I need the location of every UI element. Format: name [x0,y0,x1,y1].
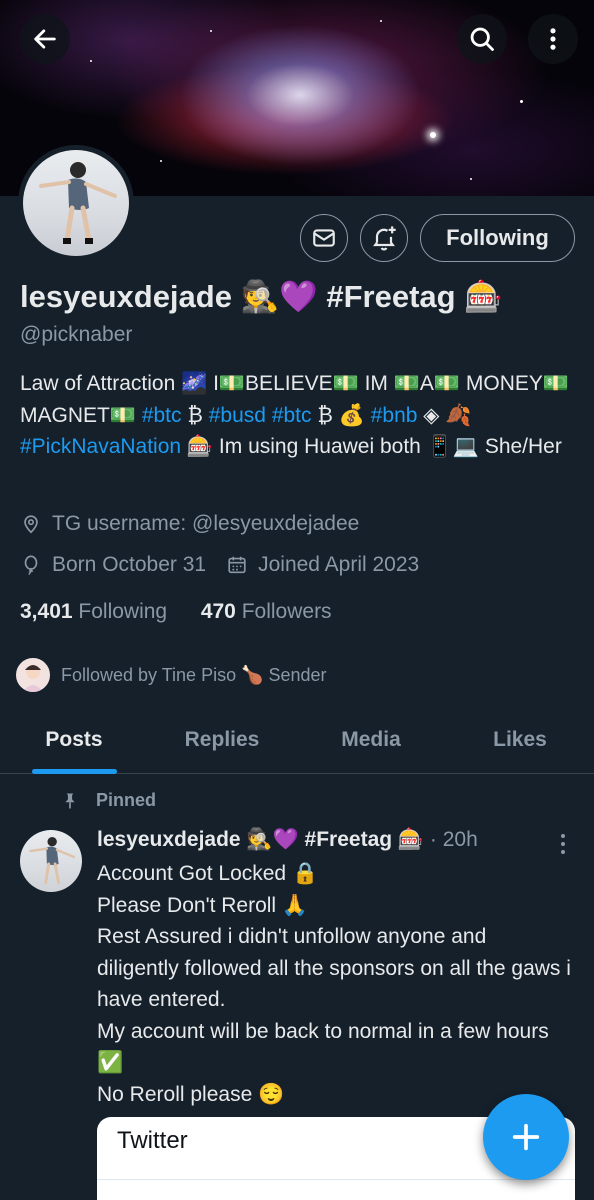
post-more-button[interactable] [555,832,571,861]
card-title: Twitter [117,1127,188,1154]
envelope-icon [313,229,335,247]
followers-count-link[interactable]: 470 Followers [201,600,332,623]
bio-text: ◈ 🍂 [417,403,472,427]
pin-icon [65,793,75,808]
followers-count: 470 [200,600,236,623]
bio-text: ₿ 💰 [311,403,371,427]
post-text[interactable]: Account Got Locked 🔒 Please Don't Reroll… [97,858,572,1110]
notifications-button[interactable] [360,214,408,262]
location-row: TG username: @lesyeuxdejadee [20,512,359,536]
bio-text: ₿ [181,403,209,427]
bell-plus-icon [373,226,396,251]
tab-posts[interactable]: Posts [0,706,148,774]
hashtag-link[interactable]: #PickNavaNation [20,435,181,458]
pinned-label-row: Pinned [60,790,156,811]
hashtag-link[interactable]: #btc [142,404,182,427]
banner-star [470,178,472,180]
followers-label: Followers [241,600,332,623]
calendar-icon [228,556,246,574]
pinned-label: Pinned [96,790,157,810]
post-author-avatar[interactable] [20,830,82,892]
hashtag-link[interactable]: #bnb [371,404,418,427]
banner-star [210,30,212,32]
person-silhouette-icon [39,162,117,244]
hashtag-link[interactable]: #busd [209,404,266,427]
joined-text: Joined April 2023 [258,553,420,576]
message-button[interactable] [300,214,348,262]
profile-tabs: Posts Replies Media Likes [0,706,594,774]
active-tab-indicator [32,769,117,774]
post-timestamp[interactable]: · 20h [424,828,478,851]
card-divider [97,1179,575,1180]
hashtag-link[interactable]: #btc [272,404,312,427]
bio-text: 🎰 Im using Huawei both 📱💻 She/Her [181,435,562,458]
post-line: Rest Assured i didn't unfollow anyone an… [97,925,571,1011]
balloon-icon [24,555,38,575]
tab-media[interactable]: Media [296,706,446,774]
banner-star [520,100,523,103]
mutual-follower-avatar [14,656,52,694]
following-count: 3,401 [20,600,73,623]
banner-star [430,132,436,138]
search-button[interactable] [457,14,507,64]
followed-by-row[interactable]: Followed by Tine Piso 🍗 Sender [14,656,327,694]
back-button[interactable] [20,14,70,64]
back-arrow-icon [34,29,56,49]
compose-button[interactable] [483,1094,569,1180]
tab-replies[interactable]: Replies [148,706,296,774]
location-text: TG username: @lesyeuxdejadee [52,512,360,535]
person-silhouette-icon [29,837,75,885]
birthday-text: Born October 31 [52,553,207,576]
profile-avatar-photo [23,150,129,256]
banner-star [380,20,382,22]
tab-likes[interactable]: Likes [446,706,594,774]
dates-row: Born October 31 Joined April 2023 [20,553,419,577]
profile-bio: Law of Attraction 🌌 I💵BELIEVE💵 IM 💵A💵 MO… [20,368,580,463]
following-count-link[interactable]: 3,401 Following [20,600,167,623]
post-line: Account Got Locked 🔒 [97,862,319,885]
followed-by-text: Followed by Tine Piso 🍗 Sender [61,664,327,685]
post-line: My account will be back to normal in a f… [97,1019,549,1075]
post-header: lesyeuxdejade 🕵💜 #Freetag 🎰 · 20h [97,828,478,852]
more-options-button[interactable] [528,14,578,64]
user-handle: @picknaber [20,323,133,346]
location-pin-icon [24,515,38,534]
post-author-name[interactable]: lesyeuxdejade 🕵💜 #Freetag 🎰 [97,828,424,851]
plus-icon [512,1123,540,1151]
display-name: lesyeuxdejade 🕵💜 #Freetag 🎰 [20,279,503,314]
profile-avatar[interactable] [18,145,134,261]
more-vertical-icon [550,28,556,50]
banner-star [90,60,92,62]
follow-counts: 3,401 Following 470 Followers [20,600,332,624]
search-icon [470,27,494,51]
banner-star [160,160,162,162]
post-line: Please Don't Reroll 🙏 [97,893,309,917]
following-button[interactable]: Following [420,214,575,262]
following-label: Following [78,600,168,623]
more-vertical-icon [561,834,565,854]
